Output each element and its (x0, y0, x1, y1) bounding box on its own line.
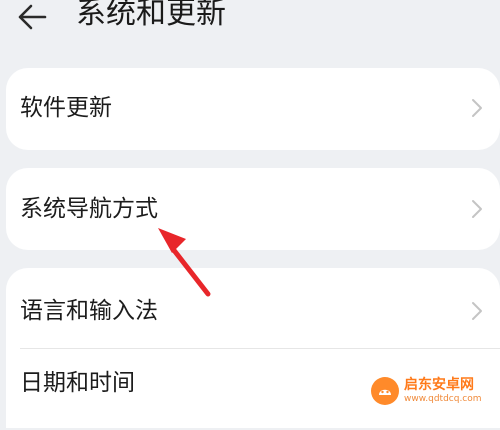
menu-item-language-input[interactable]: 语言和输入法 (6, 268, 500, 348)
page-title: 系统和更新 (76, 0, 226, 31)
watermark-logo-icon (371, 376, 399, 405)
watermark-name: 启东安卓网 (404, 376, 474, 393)
header: 系统和更新 (0, 0, 500, 48)
back-arrow-icon (18, 4, 47, 30)
settings-card-navigation: 系统导航方式 (6, 168, 500, 250)
menu-item-label: 系统导航方式 (20, 196, 158, 222)
back-button[interactable] (12, 0, 52, 34)
menu-item-label: 日期和时间 (20, 370, 135, 396)
menu-item-system-navigation[interactable]: 系统导航方式 (6, 168, 500, 248)
menu-item-software-update[interactable]: 软件更新 (6, 68, 500, 148)
chevron-right-icon (472, 200, 482, 218)
menu-item-label: 软件更新 (20, 95, 112, 121)
watermark-url: www.qdtdcq.com (404, 393, 482, 404)
watermark: 启东安卓网 www.qdtdcq.com (370, 370, 500, 411)
chevron-right-icon (472, 99, 482, 117)
menu-item-label: 语言和输入法 (20, 298, 158, 324)
chevron-right-icon (472, 302, 482, 320)
divider (20, 348, 500, 349)
settings-card-software-update: 软件更新 (6, 68, 500, 150)
